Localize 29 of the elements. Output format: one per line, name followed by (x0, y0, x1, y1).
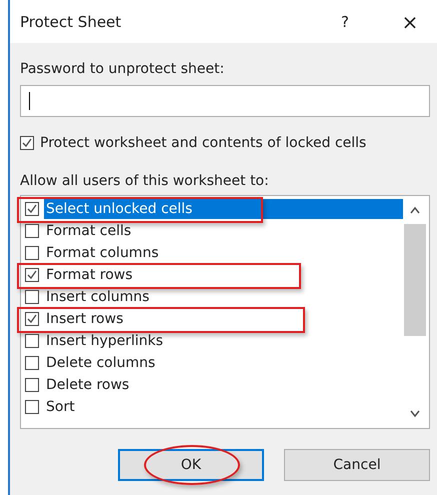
checkbox[interactable] (25, 334, 39, 348)
checkbox[interactable] (25, 378, 39, 392)
list-item[interactable]: Insert rows (44, 309, 126, 329)
checkbox[interactable] (25, 246, 39, 260)
list-item[interactable]: Format columns (44, 243, 161, 263)
close-button[interactable]: × (395, 10, 425, 34)
list-item[interactable]: Format cells (44, 221, 134, 241)
password-label: Password to unprotect sheet: (20, 60, 226, 79)
checkbox[interactable] (20, 136, 34, 150)
list-item[interactable]: Insert columns (44, 287, 152, 307)
checkbox[interactable] (25, 224, 39, 238)
list-item[interactable]: Delete rows (44, 375, 132, 395)
checkbox-label: Protect worksheet and contents of locked cells (40, 134, 366, 153)
checkbox[interactable] (25, 356, 39, 370)
window-title: Protect Sheet (20, 12, 122, 30)
list-item[interactable]: Format rows (44, 265, 135, 285)
dialog-button[interactable]: Cancel (284, 449, 430, 481)
permissions-label: Allow all users of this worksheet to: (20, 172, 270, 191)
checkbox[interactable] (25, 400, 39, 414)
checkbox[interactable] (25, 312, 39, 326)
list-item[interactable]: Insert hyperlinks (44, 331, 166, 351)
checkbox[interactable] (25, 202, 39, 216)
password-field[interactable] (20, 85, 430, 117)
help-button[interactable]: ? (325, 12, 365, 30)
list-item[interactable]: Delete columns (44, 353, 158, 373)
checkbox[interactable] (25, 268, 39, 282)
list-item[interactable]: Sort (44, 397, 77, 417)
checkbox[interactable] (25, 290, 39, 304)
list-item[interactable]: Select unlocked cells (44, 199, 403, 219)
